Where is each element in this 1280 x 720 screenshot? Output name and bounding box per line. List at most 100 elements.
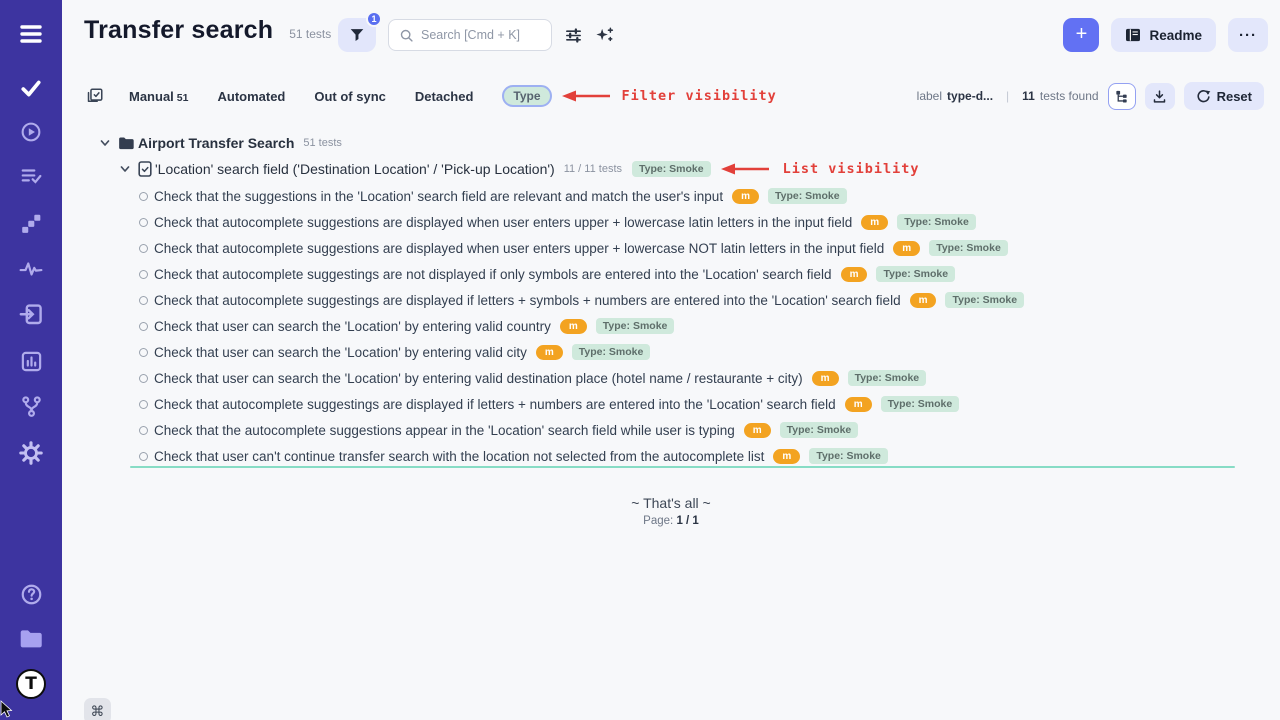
type-filter-chip[interactable]: Type — [502, 85, 551, 107]
list-check-icon[interactable] — [0, 164, 62, 188]
folder-count: 51 tests — [303, 137, 342, 149]
type-smoke-badge: Type: Smoke — [572, 344, 651, 360]
type-smoke-badge: Type: Smoke — [596, 318, 675, 334]
test-row[interactable]: Check that autocomplete suggestions are … — [130, 235, 1276, 261]
manual-badge: m — [910, 293, 937, 308]
filter-count-badge: 1 — [366, 11, 382, 27]
test-row[interactable]: Check that user can search the 'Location… — [130, 339, 1276, 365]
type-smoke-badge: Type: Smoke — [632, 161, 711, 177]
type-smoke-badge: Type: Smoke — [780, 422, 859, 438]
manual-badge: m — [732, 189, 759, 204]
filter-visibility-annotation: Filter visibility — [622, 88, 777, 104]
test-status-icon — [139, 270, 148, 279]
test-row[interactable]: Check that autocomplete suggestions are … — [130, 209, 1276, 235]
page-title: Transfer search — [84, 16, 273, 45]
type-smoke-badge: Type: Smoke — [768, 188, 847, 204]
manual-badge: m — [744, 423, 771, 438]
search-box[interactable] — [388, 19, 552, 51]
readme-button[interactable]: Readme — [1111, 18, 1216, 52]
sign-in-icon[interactable] — [0, 301, 62, 327]
branch-icon[interactable] — [0, 393, 62, 419]
test-status-icon — [139, 322, 148, 331]
drop-indicator-line — [130, 466, 1235, 468]
funnel-icon — [348, 26, 366, 44]
test-status-icon — [139, 400, 148, 409]
ai-sparkles-icon[interactable] — [595, 26, 614, 45]
test-status-icon — [139, 348, 148, 357]
filter-toolbar: Manual51 Automated Out of sync Detached … — [86, 80, 1264, 112]
select-tasks-icon[interactable] — [86, 87, 104, 105]
suite-row[interactable]: 'Location' search field ('Destination Lo… — [119, 158, 920, 180]
gear-icon[interactable] — [0, 440, 62, 466]
menu-icon[interactable] — [0, 22, 62, 46]
test-status-icon — [139, 296, 148, 305]
test-title: Check that user can search the 'Location… — [154, 345, 527, 360]
tree-view-button[interactable] — [1108, 83, 1136, 110]
manual-badge: m — [560, 319, 587, 334]
chevron-down-icon[interactable] — [119, 163, 131, 175]
test-row[interactable]: Check that user can search the 'Location… — [130, 313, 1276, 339]
main-content: Transfer search 51 tests 1 + Readme ··· — [62, 0, 1280, 720]
test-title: Check that the autocomplete suggestions … — [154, 423, 735, 438]
more-button[interactable]: ··· — [1228, 18, 1268, 52]
folder-icon[interactable] — [0, 626, 62, 652]
pulse-icon[interactable] — [0, 256, 62, 282]
test-status-icon — [139, 192, 148, 201]
test-status-icon — [139, 218, 148, 227]
results-count: 11 — [1022, 89, 1035, 103]
manual-badge: m — [536, 345, 563, 360]
test-row[interactable]: Check that autocomplete suggestings are … — [130, 261, 1276, 287]
type-smoke-badge: Type: Smoke — [945, 292, 1024, 308]
test-title: Check that autocomplete suggestings are … — [154, 293, 901, 308]
add-button[interactable]: + — [1063, 18, 1099, 52]
test-title: Check that the suggestions in the 'Locat… — [154, 189, 723, 204]
filter-button[interactable]: 1 — [338, 18, 376, 52]
tests-check-icon[interactable] — [0, 76, 62, 100]
suite-name: 'Location' search field ('Destination Lo… — [155, 161, 555, 177]
tab-automated[interactable]: Automated — [217, 89, 285, 104]
help-icon[interactable] — [0, 581, 62, 607]
test-title: Check that autocomplete suggestings are … — [154, 397, 836, 412]
test-row[interactable]: Check that autocomplete suggestings are … — [130, 391, 1276, 417]
search-input[interactable] — [421, 28, 539, 42]
test-status-icon — [139, 244, 148, 253]
type-smoke-badge: Type: Smoke — [848, 370, 927, 386]
test-status-icon — [139, 426, 148, 435]
adjustments-icon[interactable] — [564, 26, 583, 45]
test-title: Check that autocomplete suggestions are … — [154, 241, 884, 256]
chevron-down-icon[interactable] — [99, 137, 111, 149]
test-row[interactable]: Check that the suggestions in the 'Locat… — [130, 183, 1276, 209]
tab-manual[interactable]: Manual51 — [129, 89, 188, 104]
t-logo[interactable]: T — [0, 668, 62, 700]
test-row[interactable]: Check that the autocomplete suggestions … — [130, 417, 1276, 443]
command-icon: ⌘ — [91, 703, 105, 720]
type-smoke-badge: Type: Smoke — [897, 214, 976, 230]
tab-out-of-sync[interactable]: Out of sync — [314, 89, 386, 104]
mouse-cursor — [0, 700, 14, 718]
readme-icon — [1125, 28, 1141, 42]
folder-row[interactable]: Airport Transfer Search 51 tests — [99, 132, 342, 154]
test-title: Check that autocomplete suggestions are … — [154, 215, 852, 230]
download-icon — [1152, 89, 1167, 104]
reset-button[interactable]: Reset — [1184, 82, 1264, 110]
test-list: Check that the suggestions in the 'Locat… — [130, 183, 1276, 469]
bar-chart-icon[interactable] — [0, 348, 62, 374]
tests-count: 51 tests — [289, 27, 331, 41]
search-icon — [399, 28, 414, 43]
type-smoke-badge: Type: Smoke — [809, 448, 888, 464]
manual-badge: m — [812, 371, 839, 386]
reset-label: Reset — [1217, 89, 1252, 104]
test-row[interactable]: Check that autocomplete suggestings are … — [130, 287, 1276, 313]
list-footer: ~ That's all ~ Page: 1 / 1 — [62, 495, 1280, 527]
separator: | — [1006, 89, 1009, 103]
tab-detached[interactable]: Detached — [415, 89, 474, 104]
steps-icon[interactable] — [0, 210, 62, 236]
command-shortcut-button[interactable]: ⌘ — [84, 698, 111, 720]
sidebar: T — [0, 0, 62, 720]
download-button[interactable] — [1145, 83, 1175, 110]
play-circle-icon[interactable] — [0, 120, 62, 144]
label-prefix: label — [917, 89, 942, 103]
readme-label: Readme — [1149, 28, 1202, 43]
test-row[interactable]: Check that user can search the 'Location… — [130, 365, 1276, 391]
page-value: 1 / 1 — [676, 515, 698, 527]
